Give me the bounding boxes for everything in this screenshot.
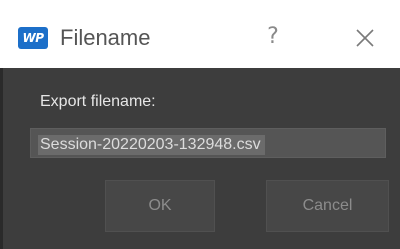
cancel-button[interactable]: Cancel <box>266 180 389 232</box>
window-title: Filename <box>60 25 151 50</box>
close-icon[interactable] <box>352 25 378 51</box>
app-logo-icon: WP <box>18 27 48 49</box>
filename-dialog: WP Filename ? Export filename: Session-2… <box>0 0 400 249</box>
filename-input-value[interactable]: Session-20220203-132948.csv <box>38 135 265 155</box>
export-filename-label: Export filename: <box>40 93 156 110</box>
title-bar: WP Filename ? <box>0 0 400 68</box>
help-button[interactable]: ? <box>262 22 284 52</box>
dialog-left-edge <box>0 68 3 249</box>
ok-button[interactable]: OK <box>105 180 215 232</box>
